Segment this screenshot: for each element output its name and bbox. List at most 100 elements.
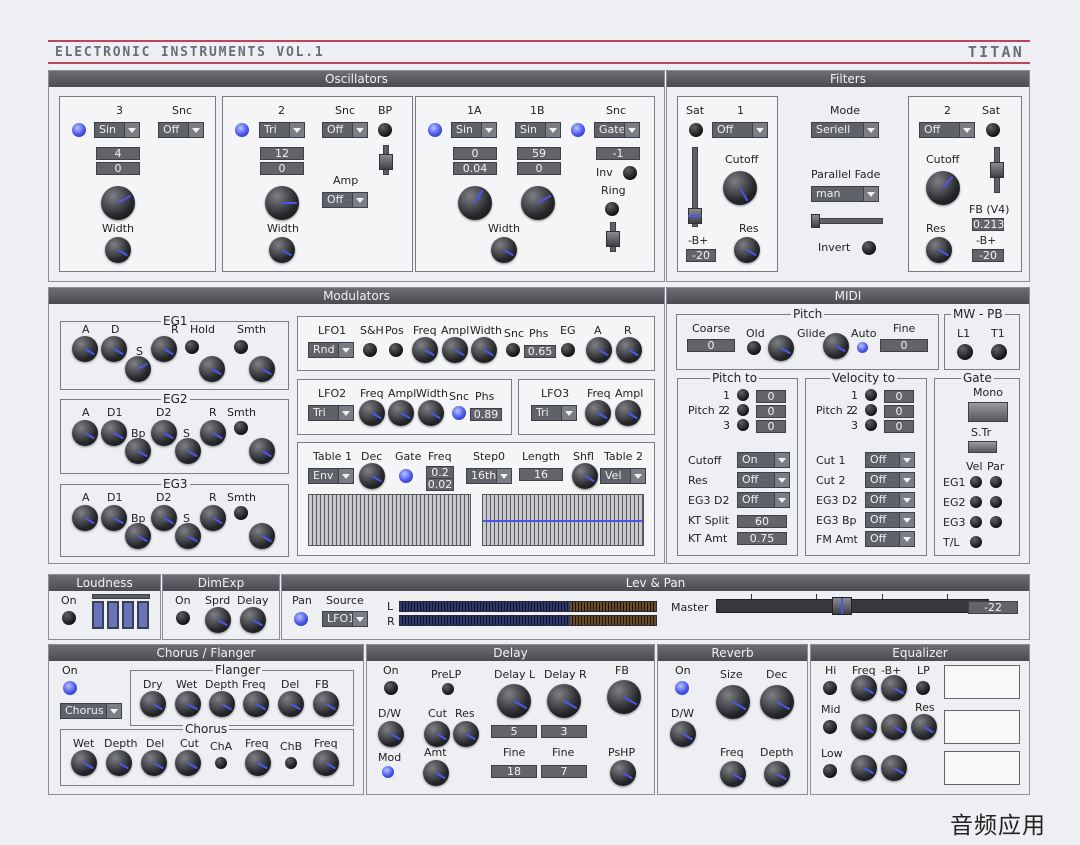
osc2-main-knob[interactable] (265, 186, 299, 220)
table2-step-display[interactable] (482, 494, 644, 546)
reverb-size-knob[interactable] (716, 685, 750, 719)
delay-fine-r-value[interactable]: 7 (541, 765, 587, 778)
pitch-to-row-3-led[interactable] (737, 419, 749, 431)
chorus-freq-knob[interactable] (245, 750, 271, 776)
velocity-to-row-2-value[interactable]: 0 (884, 405, 914, 418)
table-dec-knob[interactable] (359, 463, 385, 489)
lfo2-phs-value[interactable]: 0.89 (470, 408, 502, 421)
eg2-smth-knob[interactable] (249, 438, 275, 464)
delay-dw-knob[interactable] (378, 721, 404, 747)
eq-hi-led[interactable] (823, 681, 837, 695)
lfo1-freq-knob[interactable] (412, 337, 438, 363)
chorus-cut-knob[interactable] (175, 750, 201, 776)
table-step0-select[interactable]: 16th (466, 468, 512, 484)
eq-hi-freq-knob[interactable] (851, 675, 877, 701)
gate-eg1-par-led[interactable] (990, 476, 1002, 488)
delay-r-knob[interactable] (547, 684, 581, 718)
reverb-depth-knob[interactable] (764, 761, 790, 787)
dimexp-delay-knob[interactable] (240, 607, 266, 633)
eq-low-freq-knob[interactable] (851, 755, 877, 781)
table1-select[interactable]: Env (308, 468, 354, 484)
filter1-type-select[interactable]: Off (712, 122, 768, 138)
delay-l-value[interactable]: 5 (491, 725, 537, 738)
eg1-hold-led[interactable] (185, 340, 199, 354)
lfo2-freq-knob[interactable] (359, 400, 385, 426)
lfo1-pos-led[interactable] (389, 343, 403, 357)
chorus-chb-led[interactable] (285, 757, 297, 769)
lfo1-ampl-knob[interactable] (442, 337, 468, 363)
pitch-auto-led[interactable] (857, 342, 868, 353)
osc2-bp-slider[interactable] (379, 145, 393, 175)
osc1-ring-slider[interactable] (606, 222, 620, 252)
table1-step-display[interactable] (308, 494, 471, 546)
osc1b-fine-value[interactable]: 0 (517, 162, 561, 175)
gate-mono-button[interactable] (968, 402, 1008, 422)
flanger-depth-knob[interactable] (209, 691, 235, 717)
lfo1-sh-led[interactable] (363, 343, 377, 357)
vel-cut1-select[interactable]: Off (865, 452, 915, 468)
eq-mid-freq-knob[interactable] (851, 714, 877, 740)
lfo2-snc-led[interactable] (452, 406, 466, 420)
osc2-wave-select[interactable]: Tri (259, 122, 305, 138)
osc1-snc-value[interactable]: -1 (596, 147, 640, 160)
flanger-fb-knob[interactable] (313, 691, 339, 717)
eg2-release-knob[interactable] (200, 420, 226, 446)
eq-low-led[interactable] (823, 764, 837, 778)
filter2-type-select[interactable]: Off (919, 122, 975, 138)
invert-led[interactable] (862, 241, 876, 255)
osc1a-coarse-value[interactable]: 0 (453, 147, 497, 160)
vel-eg3d2-select[interactable]: Off (865, 492, 915, 508)
osc1b-enable-led[interactable] (571, 123, 585, 137)
chorus-cha-led[interactable] (215, 757, 227, 769)
osc3-main-knob[interactable] (101, 186, 135, 220)
osc2-fine-value[interactable]: 0 (260, 162, 304, 175)
pan-led[interactable] (294, 612, 308, 626)
osc1a-wave-select[interactable]: Sin (451, 122, 497, 138)
chorus-depth-knob[interactable] (106, 750, 132, 776)
gate-eg3-vel-led[interactable] (970, 516, 982, 528)
velocity-to-row-1-value[interactable]: 0 (884, 390, 914, 403)
reverb-freq-knob[interactable] (720, 761, 746, 787)
pan-source-select[interactable]: LFO1 (322, 611, 368, 627)
gate-eg3-par-led[interactable] (990, 516, 1002, 528)
eq-hi-gain-knob[interactable] (881, 675, 907, 701)
flanger-wet-knob[interactable] (175, 691, 201, 717)
osc2-enable-led[interactable] (235, 123, 249, 137)
osc1-inv-led[interactable] (623, 166, 637, 180)
pitch-to-row-1-led[interactable] (737, 389, 749, 401)
lfo3-freq-knob[interactable] (585, 400, 611, 426)
chorus-on-led[interactable] (63, 681, 77, 695)
chorus-mode-select[interactable]: Chorus (60, 703, 122, 719)
lfo1-phs-value[interactable]: 0.65 (524, 345, 556, 358)
lfo1-eg-led[interactable] (561, 343, 575, 357)
eg3-decay2-knob[interactable] (151, 505, 177, 531)
pitch-to-cutoff-select[interactable]: On (737, 452, 790, 468)
kt-amt-value[interactable]: 0.75 (737, 532, 787, 545)
lfo1-a-knob[interactable] (586, 337, 612, 363)
pitch-to-eg3d2-select[interactable]: Off (737, 492, 790, 508)
gate-eg1-vel-led[interactable] (970, 476, 982, 488)
mw-l1-led[interactable] (957, 344, 973, 360)
delay-fb-knob[interactable] (607, 680, 641, 714)
filter1-level-slider[interactable] (688, 147, 702, 227)
eg1-smth-led[interactable] (234, 340, 248, 354)
filter1-res-knob[interactable] (734, 237, 760, 263)
eg3-sustain-knob[interactable] (175, 523, 201, 549)
eg2-attack-knob[interactable] (72, 420, 98, 446)
loudness-band-3[interactable] (122, 601, 134, 629)
lfo1-snc-led[interactable] (506, 343, 520, 357)
flanger-freq-knob[interactable] (243, 691, 269, 717)
delay-res-knob[interactable] (453, 721, 479, 747)
vel-fmamt-select[interactable]: Off (865, 531, 915, 547)
delay-fine-l-value[interactable]: 18 (491, 765, 537, 778)
eq-mid-gain-knob[interactable] (881, 714, 907, 740)
pitch-coarse-value[interactable]: 0 (687, 339, 735, 352)
osc1-snc-select[interactable]: Gate (594, 122, 640, 138)
eg3-smth-led[interactable] (234, 506, 248, 520)
vel-cut2-select[interactable]: Off (865, 472, 915, 488)
pitch-to-row-3-value[interactable]: 0 (756, 420, 786, 433)
eg1-sustain-knob[interactable] (125, 356, 151, 382)
pitch-glide-knob[interactable] (768, 335, 794, 361)
velocity-to-row-1-led[interactable] (865, 389, 877, 401)
delay-mod-led[interactable] (382, 766, 394, 778)
